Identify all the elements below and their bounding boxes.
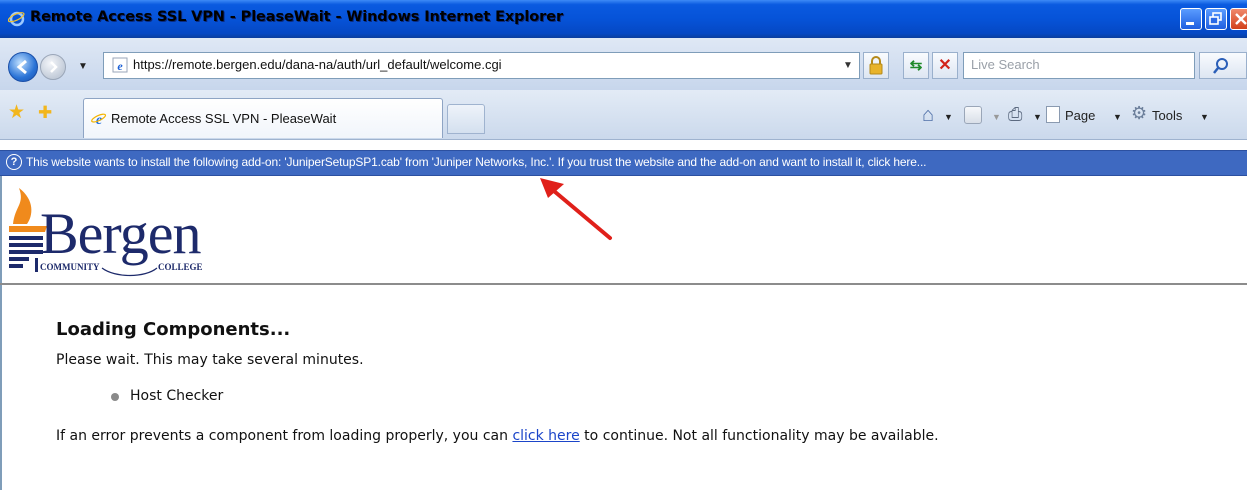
logo-wordmark: Bergen xyxy=(40,201,201,266)
back-button[interactable] xyxy=(8,52,38,82)
back-icon xyxy=(16,59,27,75)
minimize-button[interactable] xyxy=(1180,8,1202,30)
information-bar-text[interactable]: This website wants to install the follow… xyxy=(26,155,926,169)
error-prefix: If an error prevents a component from lo… xyxy=(56,428,513,444)
browser-window: Remote Access SSL VPN - PleaseWait - Win… xyxy=(0,0,1247,490)
bullet-icon xyxy=(111,393,119,401)
page-ie-icon: e xyxy=(112,57,128,73)
home-icon[interactable]: ⌂ xyxy=(922,104,934,127)
stop-icon[interactable]: ✕ xyxy=(932,52,958,79)
ie-logo-icon xyxy=(8,11,25,27)
search-placeholder: Live Search xyxy=(971,57,1040,72)
new-tab-button[interactable] xyxy=(447,104,485,134)
close-button[interactable] xyxy=(1230,8,1247,30)
refresh-icon[interactable]: ⇆ xyxy=(903,52,929,79)
content-border xyxy=(0,176,2,490)
search-icon xyxy=(1213,58,1228,74)
address-url[interactable]: https://remote.bergen.edu/dana-na/auth/u… xyxy=(133,57,502,72)
tab-label[interactable]: Remote Access SSL VPN - PleaseWait xyxy=(111,111,336,126)
tools-dropdown-icon[interactable]: ▼ xyxy=(1200,112,1209,122)
red-arrow-annotation xyxy=(540,178,612,240)
feeds-dropdown-icon[interactable]: ▼ xyxy=(992,112,1001,122)
page-menu-button[interactable]: Page xyxy=(1065,108,1095,123)
logo-subtext-college: COLLEGE xyxy=(158,262,203,272)
svg-text:e: e xyxy=(117,59,123,73)
search-button[interactable] xyxy=(1199,52,1247,79)
favorites-star-icon[interactable]: ★ xyxy=(8,103,25,123)
home-dropdown-icon[interactable]: ▼ xyxy=(944,112,953,122)
forward-button[interactable] xyxy=(40,54,66,80)
forward-icon xyxy=(50,61,58,73)
logo-subtext-community: COMMUNITY xyxy=(40,262,100,272)
click-here-link[interactable]: click here xyxy=(512,428,579,444)
minimize-icon xyxy=(1186,22,1194,25)
page-title: Loading Components... xyxy=(56,319,291,340)
tab-ie-icon: e xyxy=(91,113,107,127)
error-message: If an error prevents a component from lo… xyxy=(56,428,939,444)
wait-message: Please wait. This may take several minut… xyxy=(56,352,364,368)
print-icon[interactable]: ⎙ xyxy=(1008,104,1022,125)
page-icon[interactable] xyxy=(1046,106,1060,123)
tools-gear-icon[interactable]: ⚙ xyxy=(1131,103,1147,124)
restore-button[interactable] xyxy=(1205,8,1227,30)
info-icon: ? xyxy=(6,154,22,170)
header-divider xyxy=(0,283,1247,285)
maximize-icon xyxy=(1209,12,1222,25)
print-dropdown-icon[interactable]: ▼ xyxy=(1033,112,1042,122)
tools-menu-button[interactable]: Tools xyxy=(1152,108,1182,123)
lock-icon[interactable] xyxy=(863,52,889,79)
recent-pages-dropdown[interactable]: ▼ xyxy=(78,61,88,72)
feeds-icon[interactable] xyxy=(964,106,982,124)
component-item-host-checker: Host Checker xyxy=(130,388,224,404)
page-dropdown-icon[interactable]: ▼ xyxy=(1113,112,1122,122)
add-favorites-icon[interactable]: ✚ xyxy=(38,103,52,123)
window-title: Remote Access SSL VPN - PleaseWait - Win… xyxy=(30,9,563,25)
close-icon xyxy=(1235,13,1247,25)
address-dropdown-icon[interactable]: ▼ xyxy=(840,58,856,74)
error-suffix: to continue. Not all functionality may b… xyxy=(579,428,939,444)
